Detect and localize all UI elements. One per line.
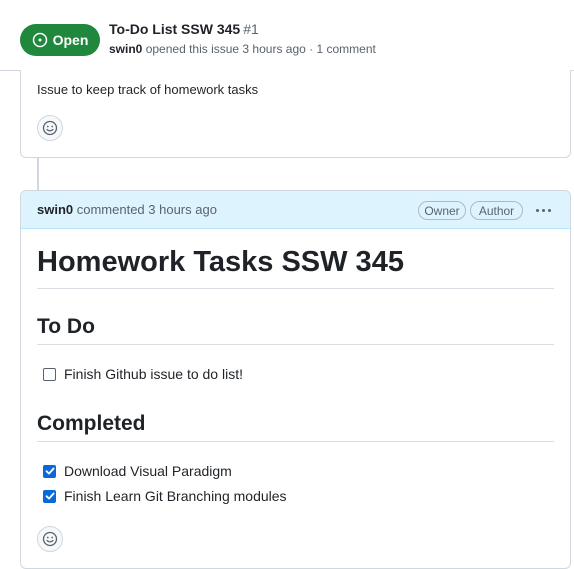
task-checkbox[interactable]: [43, 367, 56, 381]
add-reaction-button[interactable]: [37, 115, 63, 141]
comment-action-text[interactable]: commented 3 hours ago: [73, 202, 217, 217]
issue-header: Open To-Do List SSW 345 #1 swin0 opened t…: [0, 0, 574, 71]
issue-author-link[interactable]: swin0: [109, 42, 142, 56]
comment-author-link[interactable]: swin0: [37, 202, 73, 217]
issue-meta: swin0 opened this issue 3 hours ago · 1 …: [109, 42, 376, 56]
comment-header: swin0 commented 3 hours ago Owner Author: [21, 191, 570, 229]
task-item: Finish Github issue to do list!: [43, 366, 243, 382]
add-reaction-button[interactable]: [37, 526, 63, 552]
task-label: Finish Learn Git Branching modules: [64, 488, 287, 504]
check-icon: [45, 467, 54, 475]
issue-number: #1: [243, 21, 259, 37]
comment-heading: Homework Tasks SSW 345: [37, 247, 554, 289]
kebab-dot: [547, 208, 551, 212]
issue-opened-icon: [32, 32, 47, 48]
smiley-icon: [42, 120, 58, 136]
kebab-horizontal-icon: [535, 208, 539, 212]
owner-badge: Owner: [418, 201, 466, 220]
task-label: Finish Github issue to do list!: [64, 366, 243, 382]
section-title-completed: Completed: [37, 412, 554, 442]
task-item: Download Visual Paradigm: [43, 463, 232, 479]
issue-state-label: Open: [52, 32, 89, 48]
comment-card: swin0 commented 3 hours ago Owner Author…: [20, 190, 571, 569]
kebab-dot: [541, 208, 545, 212]
smiley-icon: [42, 531, 58, 547]
check-icon: [45, 492, 54, 500]
issue-title-text: To-Do List SSW 345: [109, 21, 241, 37]
comment-author-line: swin0 commented 3 hours ago: [37, 202, 217, 217]
issue-meta-text: opened this issue 3 hours ago · 1 commen…: [142, 42, 376, 56]
issue-body-text: Issue to keep track of homework tasks: [37, 82, 259, 97]
task-item: Finish Learn Git Branching modules: [43, 488, 287, 504]
task-checkbox[interactable]: [43, 464, 56, 478]
task-label: Download Visual Paradigm: [64, 463, 232, 479]
issue-title: To-Do List SSW 345 #1: [109, 21, 259, 37]
task-checkbox[interactable]: [43, 489, 56, 503]
issue-state-badge: Open: [20, 24, 100, 56]
issue-body-comment: Issue to keep track of homework tasks: [20, 70, 571, 158]
comment-options-button[interactable]: [531, 200, 555, 220]
author-badge: Author: [470, 201, 523, 220]
section-title-todo: To Do: [37, 315, 554, 345]
timeline-connector: [37, 158, 39, 190]
